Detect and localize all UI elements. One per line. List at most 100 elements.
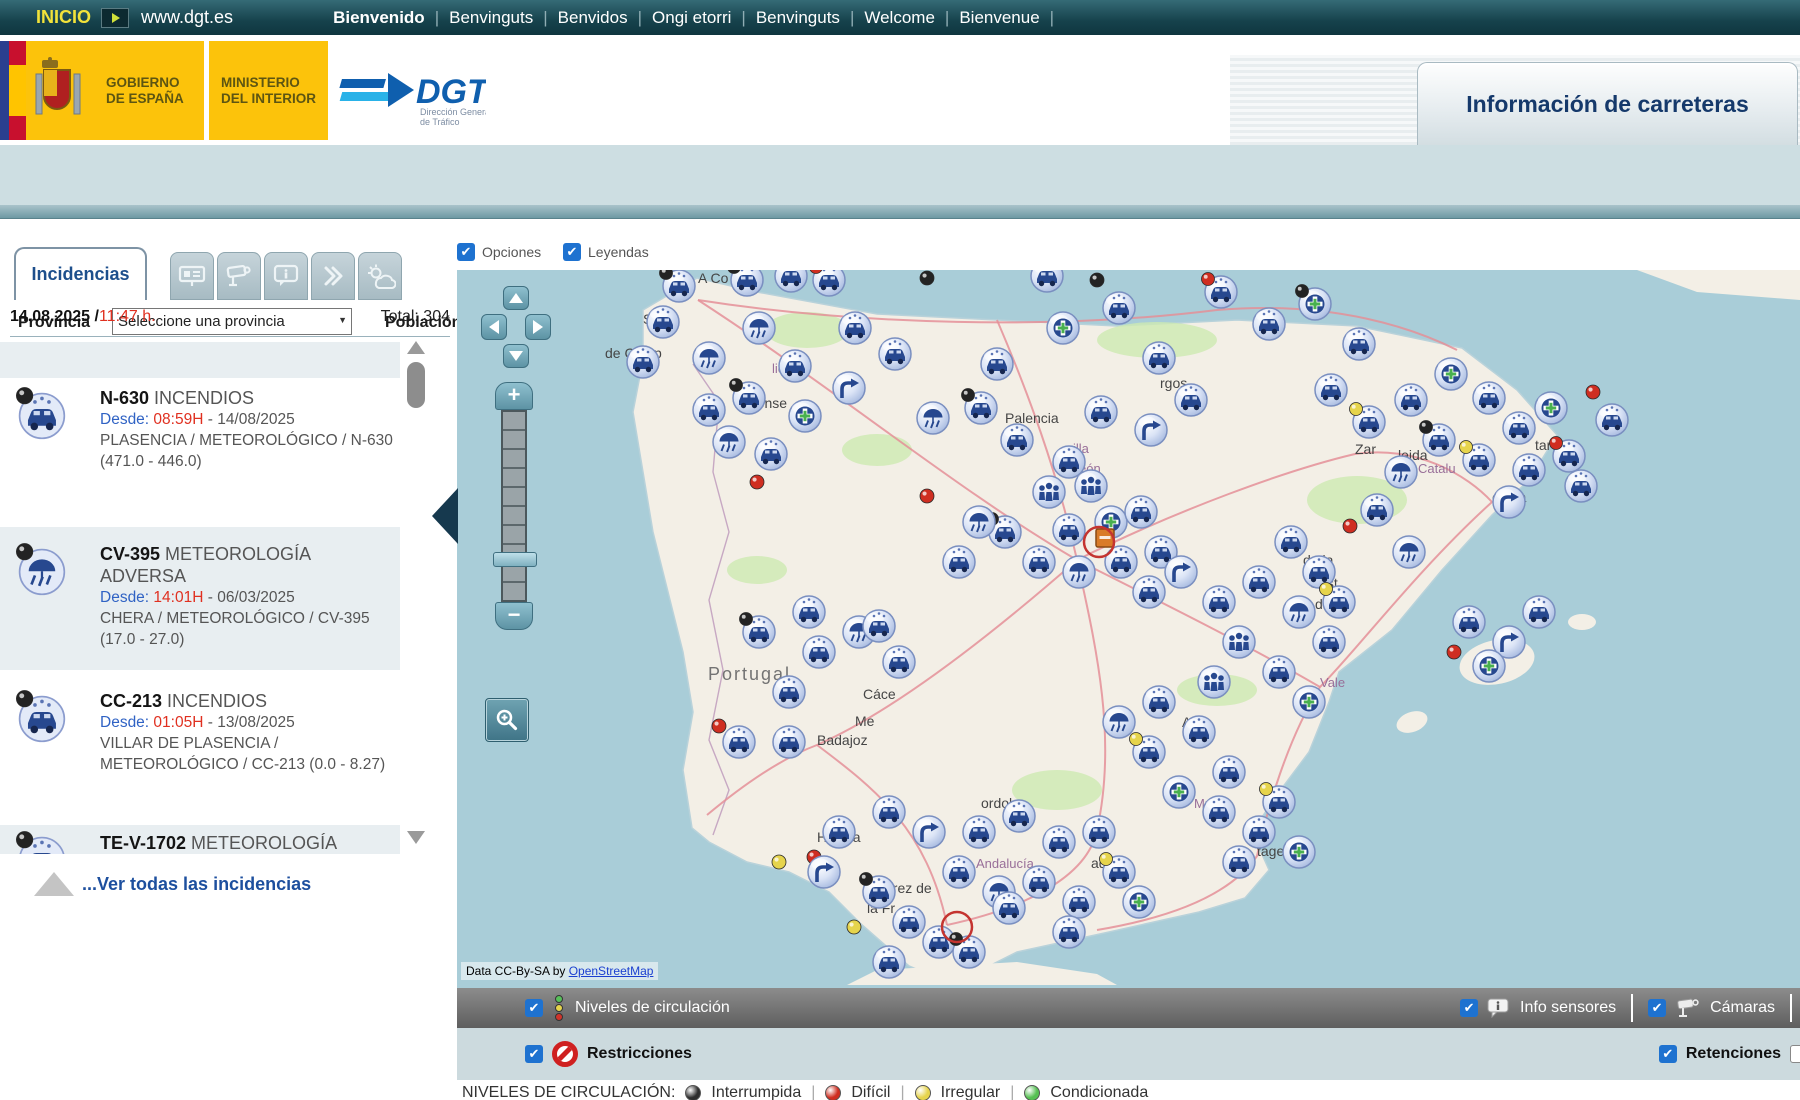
leyendas-checkbox[interactable]	[563, 243, 581, 261]
welcome-language-link[interactable]: Bienvenue	[959, 8, 1039, 28]
scrollbar-down-arrow[interactable]	[407, 831, 425, 844]
map-marker-car[interactable]	[1243, 566, 1275, 598]
tab-info[interactable]	[264, 252, 308, 300]
map-marker-cross[interactable]	[789, 400, 821, 432]
map-marker-people[interactable]	[1198, 666, 1230, 698]
incident-row[interactable]: CV-395 METEOROLOGÍAADVERSA Desde: 14:01H…	[0, 527, 400, 670]
map-marker-car[interactable]	[943, 546, 975, 578]
map-marker-car[interactable]	[773, 676, 805, 708]
restricciones-checkbox[interactable]	[525, 1045, 543, 1063]
map-marker-rain[interactable]	[917, 402, 949, 434]
map-marker-car[interactable]	[1001, 424, 1033, 456]
map-marker-rain[interactable]	[963, 506, 995, 538]
map-marker-car[interactable]	[823, 816, 855, 848]
map-marker-rain[interactable]	[1385, 456, 1417, 488]
map-marker-car[interactable]	[1361, 494, 1393, 526]
page-title-tab[interactable]: Información de carreteras	[1417, 62, 1798, 145]
tab-panels[interactable]	[170, 252, 214, 300]
map-marker-cross[interactable]	[1293, 686, 1325, 718]
map-marker-car[interactable]	[1053, 514, 1085, 546]
map-marker-arrow[interactable]	[808, 856, 840, 888]
map-marker-cross[interactable]	[1283, 836, 1315, 868]
niveles-checkbox[interactable]	[525, 999, 543, 1017]
zoom-in-button[interactable]: +	[495, 382, 533, 410]
welcome-language-link[interactable]: Benvinguts	[756, 8, 840, 28]
play-tv-icon[interactable]	[101, 8, 129, 28]
map-marker-cross[interactable]	[1435, 358, 1467, 390]
map-marker-car[interactable]	[647, 306, 679, 338]
map-marker-car[interactable]	[879, 338, 911, 370]
map-marker-car[interactable]	[1183, 716, 1215, 748]
map-marker-car[interactable]	[1023, 546, 1055, 578]
map-marker-car[interactable]	[779, 350, 811, 382]
pan-up-button[interactable]	[503, 286, 529, 310]
map-marker-ball[interactable]	[920, 489, 934, 503]
map-marker-car[interactable]	[863, 610, 895, 642]
map-marker-rain[interactable]	[1283, 596, 1315, 628]
map-marker-arrow[interactable]	[1135, 414, 1167, 446]
map-marker-car[interactable]	[839, 312, 871, 344]
retenciones-checkbox[interactable]	[1659, 1045, 1677, 1063]
map-marker-rain[interactable]	[693, 342, 725, 374]
map-marker-car[interactable]	[1053, 916, 1085, 948]
map-marker-people[interactable]	[1223, 626, 1255, 658]
tab-weather[interactable]	[358, 252, 402, 300]
map-marker-car[interactable]	[1473, 382, 1505, 414]
map-marker-rain[interactable]	[713, 426, 745, 458]
edge-checkbox[interactable]	[1790, 1045, 1800, 1063]
map-marker-car[interactable]	[1143, 686, 1175, 718]
map-marker-car[interactable]	[1263, 656, 1295, 688]
map-marker-car[interactable]	[981, 348, 1013, 380]
welcome-es-link[interactable]: Bienvenido	[333, 8, 425, 28]
zoom-box-button[interactable]	[485, 698, 529, 742]
map-marker-arrow[interactable]	[913, 816, 945, 848]
scroll-top-triangle[interactable]	[34, 872, 74, 896]
tab-cameras[interactable]	[217, 252, 261, 300]
map-marker-car[interactable]	[1043, 826, 1075, 858]
map-marker-car[interactable]	[993, 892, 1025, 924]
map-marker-car[interactable]	[873, 946, 905, 978]
map-marker-car[interactable]	[1453, 606, 1485, 638]
map-marker-car[interactable]	[1523, 596, 1555, 628]
map-marker-car[interactable]	[1315, 374, 1347, 406]
zoom-slider-track[interactable]	[501, 410, 527, 602]
map-marker-ball[interactable]	[1090, 273, 1104, 287]
map-marker-car[interactable]	[1083, 816, 1115, 848]
map-marker-people[interactable]	[1075, 470, 1107, 502]
openstreetmap-link[interactable]: OpenStreetMap	[569, 964, 654, 978]
map-marker-car[interactable]	[1223, 846, 1255, 878]
map-marker-car[interactable]	[1103, 292, 1135, 324]
map-marker-cross[interactable]	[1473, 650, 1505, 682]
map-marker-car[interactable]	[773, 726, 805, 758]
map-marker-car[interactable]	[1213, 756, 1245, 788]
map-marker-car[interactable]	[1565, 470, 1597, 502]
map-marker-ball[interactable]	[847, 920, 861, 934]
map-marker-car[interactable]	[1203, 796, 1235, 828]
map-marker-car[interactable]	[1275, 526, 1307, 558]
map-marker-car[interactable]	[1253, 308, 1285, 340]
map-marker-car[interactable]	[723, 726, 755, 758]
map-marker-car[interactable]	[1343, 328, 1375, 360]
welcome-language-link[interactable]: Benvinguts	[449, 8, 533, 28]
welcome-language-link[interactable]: Welcome	[864, 8, 935, 28]
map-marker-car[interactable]	[693, 394, 725, 426]
incident-row[interactable]: CC-213 INCENDIOS Desde: 01:05H - 13/08/2…	[0, 688, 400, 795]
map-marker-rain[interactable]	[1393, 536, 1425, 568]
view-all-incidents-link[interactable]: ...Ver todas las incidencias	[82, 874, 311, 895]
map-marker-rain[interactable]	[1103, 706, 1135, 738]
map-marker-cross[interactable]	[1535, 392, 1567, 424]
pan-left-button[interactable]	[481, 314, 507, 340]
map-marker-car[interactable]	[755, 438, 787, 470]
zoom-out-button[interactable]: −	[495, 602, 533, 630]
scrollbar-up-arrow[interactable]	[407, 341, 425, 354]
map-marker-car[interactable]	[1303, 556, 1335, 588]
map-marker-ball[interactable]	[750, 475, 764, 489]
map-marker-cross[interactable]	[1123, 886, 1155, 918]
map-marker-car[interactable]	[873, 796, 905, 828]
map-marker-cross[interactable]	[1047, 312, 1079, 344]
sidebar-collapse-arrow[interactable]	[432, 488, 458, 544]
map-marker-people[interactable]	[1033, 476, 1065, 508]
pan-down-button[interactable]	[503, 344, 529, 368]
tab-incidencias[interactable]: Incidencias	[14, 247, 147, 300]
map-marker-arrow[interactable]	[833, 372, 865, 404]
